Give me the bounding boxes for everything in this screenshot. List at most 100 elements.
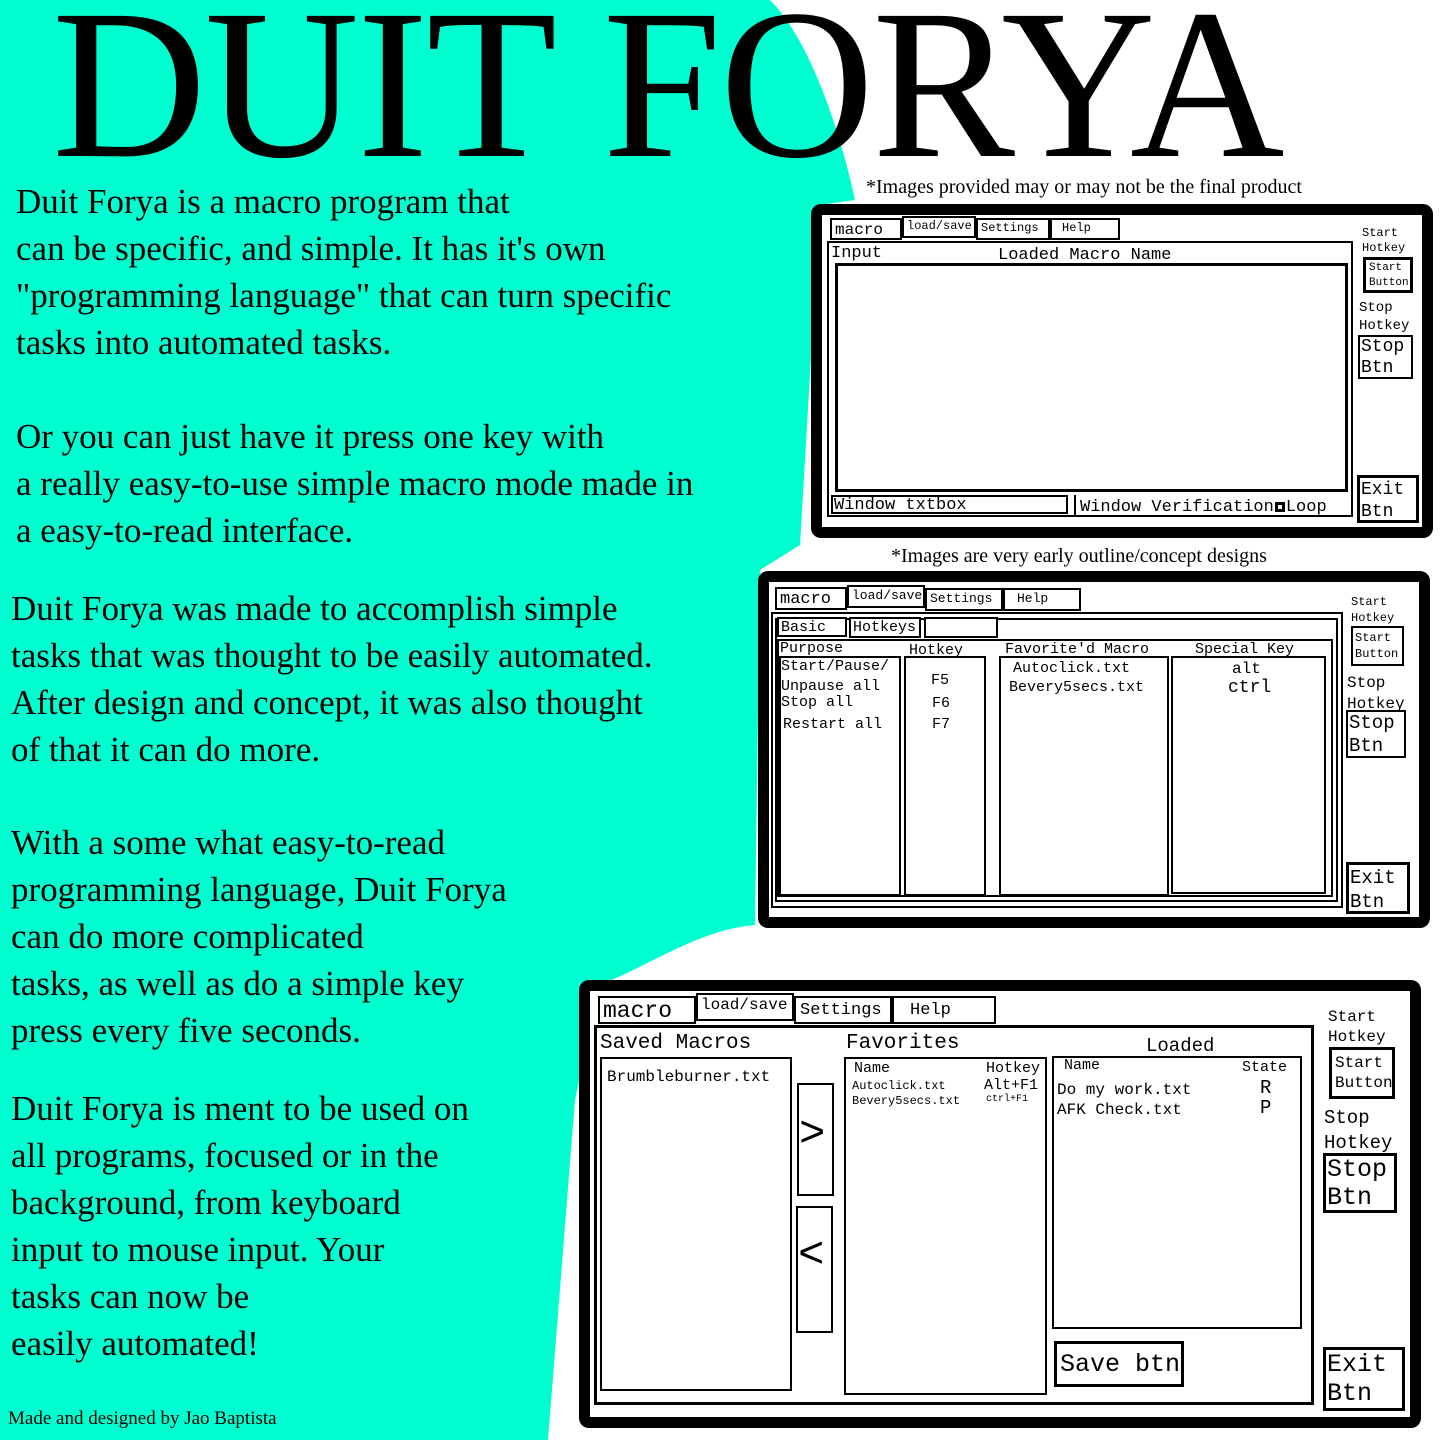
start-hotkey-label: Start Hotkey [1328, 1008, 1386, 1046]
stop-button[interactable]: Stop Btn [1358, 335, 1413, 379]
simple-mode-paragraph: Or you can just have it press one key wi… [16, 413, 693, 554]
save-button[interactable]: Save btn [1054, 1341, 1184, 1387]
start-button[interactable]: Start Button [1329, 1047, 1395, 1099]
exit-button[interactable]: Exit Btn [1346, 862, 1410, 914]
exit-button[interactable]: Exit Btn [1357, 475, 1419, 523]
language-line: press every five seconds. [11, 1011, 361, 1050]
tab-help[interactable]: Help [1050, 218, 1120, 240]
start-hotkey-label: Start Hotkey [1362, 226, 1406, 255]
stop-hotkey-label: Stop Hotkey [1324, 1107, 1393, 1154]
mockup-main-window: macro load/save Settings Help Input Load… [811, 204, 1433, 538]
purpose-line: Duit Forya was made to accomplish simple [11, 589, 618, 628]
intro-line: tasks into automated tasks. [16, 323, 392, 362]
hotkey-item[interactable]: F6 [932, 696, 950, 711]
fav-name-header: Name [854, 1060, 891, 1077]
window-verification-label: Window Verification Loop [1080, 499, 1327, 516]
loaded-state-header: State [1242, 1059, 1288, 1076]
designer-credit: Made and designed by Jao Baptista [8, 1408, 277, 1429]
usage-paragraph: Duit Forya is ment to be used on all pro… [11, 1085, 469, 1367]
usage-line: background, from keyboard [11, 1183, 401, 1222]
intro-line: can be specific, and simple. It has it's… [16, 229, 606, 268]
purpose-item[interactable]: Start/Pause/ [781, 659, 889, 674]
usage-line: Duit Forya is ment to be used on [11, 1089, 469, 1128]
tab-settings[interactable]: Settings [976, 218, 1050, 240]
purpose-item[interactable]: Stop all [781, 695, 853, 710]
favorite-name[interactable]: Autoclick.txt [852, 1080, 946, 1092]
favorites-label: Favorites [846, 1032, 960, 1055]
purpose-line: tasks that was thought to be easily auto… [11, 636, 653, 675]
hotkey-list [904, 656, 986, 896]
special-key-item[interactable]: alt [1232, 661, 1261, 677]
tab-help[interactable]: Help [1003, 588, 1081, 611]
language-line: With a some what easy-to-read [11, 823, 445, 862]
loop-checkbox[interactable] [1274, 502, 1285, 512]
loaded-macro-name[interactable]: Do my work.txt [1057, 1082, 1191, 1098]
stop-button[interactable]: Stop Btn [1323, 1153, 1397, 1213]
favorite-item[interactable]: Bevery5secs.txt [1009, 680, 1144, 695]
start-button[interactable]: Start Button [1363, 257, 1413, 293]
favorite-hotkey[interactable]: ctrl+F1 [986, 1095, 1028, 1105]
hotkey-item[interactable]: F7 [932, 717, 950, 732]
column-purpose: Purpose [780, 640, 844, 657]
subtab-basic[interactable]: Basic [777, 617, 847, 637]
macro-input-area[interactable] [835, 263, 1348, 492]
start-hotkey-label: Start Hotkey [1351, 595, 1395, 625]
language-line: can do more complicated [11, 917, 364, 956]
usage-line: input to mouse input. Your [11, 1230, 385, 1269]
move-left-button[interactable]: < [796, 1206, 833, 1333]
start-button[interactable]: Start Button [1351, 626, 1404, 666]
loaded-macro-name[interactable]: AFK Check.txt [1057, 1102, 1182, 1118]
purpose-line: After design and concept, it was also th… [11, 683, 643, 722]
tab-macro[interactable]: macro [830, 218, 902, 240]
early-concept-note: *Images are very early outline/concept d… [891, 545, 1267, 567]
saved-macro-item[interactable]: Brumbleburner.txt [607, 1069, 770, 1085]
saved-macros-label: Saved Macros [600, 1032, 752, 1055]
usage-line: easily automated! [11, 1324, 259, 1363]
purpose-item[interactable]: Restart all [783, 717, 882, 732]
tab-settings[interactable]: Settings [925, 588, 1003, 611]
loaded-macro-name: Loaded Macro Name [998, 246, 1172, 265]
tab-settings[interactable]: Settings [794, 996, 892, 1024]
purpose-item[interactable]: Unpause all [781, 679, 880, 694]
input-label: Input [831, 244, 883, 263]
intro-paragraph: Duit Forya is a macro program that can b… [16, 178, 671, 366]
images-final-note: *Images provided may or may not be the f… [866, 176, 1302, 198]
loaded-name-header: Name [1064, 1057, 1101, 1074]
tab-load-save[interactable]: load/save [696, 993, 794, 1021]
loop-label: Loop [1285, 498, 1327, 517]
favorite-item[interactable]: Autoclick.txt [1013, 661, 1130, 676]
purpose-line: of that it can do more. [11, 730, 321, 769]
mockup-hotkeys-window: macro load/save Settings Help Basic Hotk… [758, 571, 1430, 928]
column-favorite-macro: Favorite'd Macro [1005, 641, 1150, 658]
fav-hotkey-header: Hotkey [986, 1060, 1041, 1077]
language-line: tasks, as well as do a simple key [11, 964, 464, 1003]
loaded-label: Loaded [1146, 1035, 1215, 1057]
tab-load-save[interactable]: load/save [902, 216, 976, 238]
tab-macro[interactable]: macro [775, 587, 847, 610]
stop-button[interactable]: Stop Btn [1346, 710, 1406, 758]
usage-line: tasks can now be [11, 1277, 250, 1316]
tab-help[interactable]: Help [892, 996, 996, 1024]
loaded-macro-state[interactable]: P [1260, 1099, 1271, 1118]
special-key-item[interactable]: ctrl [1228, 679, 1271, 697]
column-special-key: Special Key [1195, 641, 1295, 658]
simple-line: Or you can just have it press one key wi… [16, 417, 605, 456]
favorite-name[interactable]: Bevery5secs.txt [852, 1095, 960, 1107]
stop-hotkey-label: Stop Hotkey [1347, 674, 1405, 713]
favorite-hotkey[interactable]: Alt+F1 [984, 1078, 1038, 1093]
window-verification-divider [1074, 495, 1076, 517]
purpose-paragraph: Duit Forya was made to accomplish simple… [11, 585, 653, 773]
tab-load-save[interactable]: load/save [847, 585, 925, 608]
hotkey-item[interactable]: F5 [931, 673, 949, 688]
intro-line: "programming language" that can turn spe… [16, 276, 672, 315]
mockup-load-save-window: macro load/save Settings Help Saved Macr… [579, 980, 1421, 1428]
tab-macro[interactable]: macro [598, 996, 696, 1024]
subtab-hotkeys[interactable]: Hotkeys [849, 617, 921, 638]
subtab-blank[interactable] [924, 617, 998, 638]
loaded-macro-state[interactable]: R [1260, 1079, 1271, 1098]
move-right-button[interactable]: > [797, 1083, 834, 1196]
saved-macros-list [600, 1057, 792, 1391]
language-paragraph: With a some what easy-to-read programmin… [11, 819, 507, 1054]
app-title: DUIT FORYA [52, 0, 1285, 203]
exit-button[interactable]: Exit Btn [1323, 1347, 1405, 1411]
